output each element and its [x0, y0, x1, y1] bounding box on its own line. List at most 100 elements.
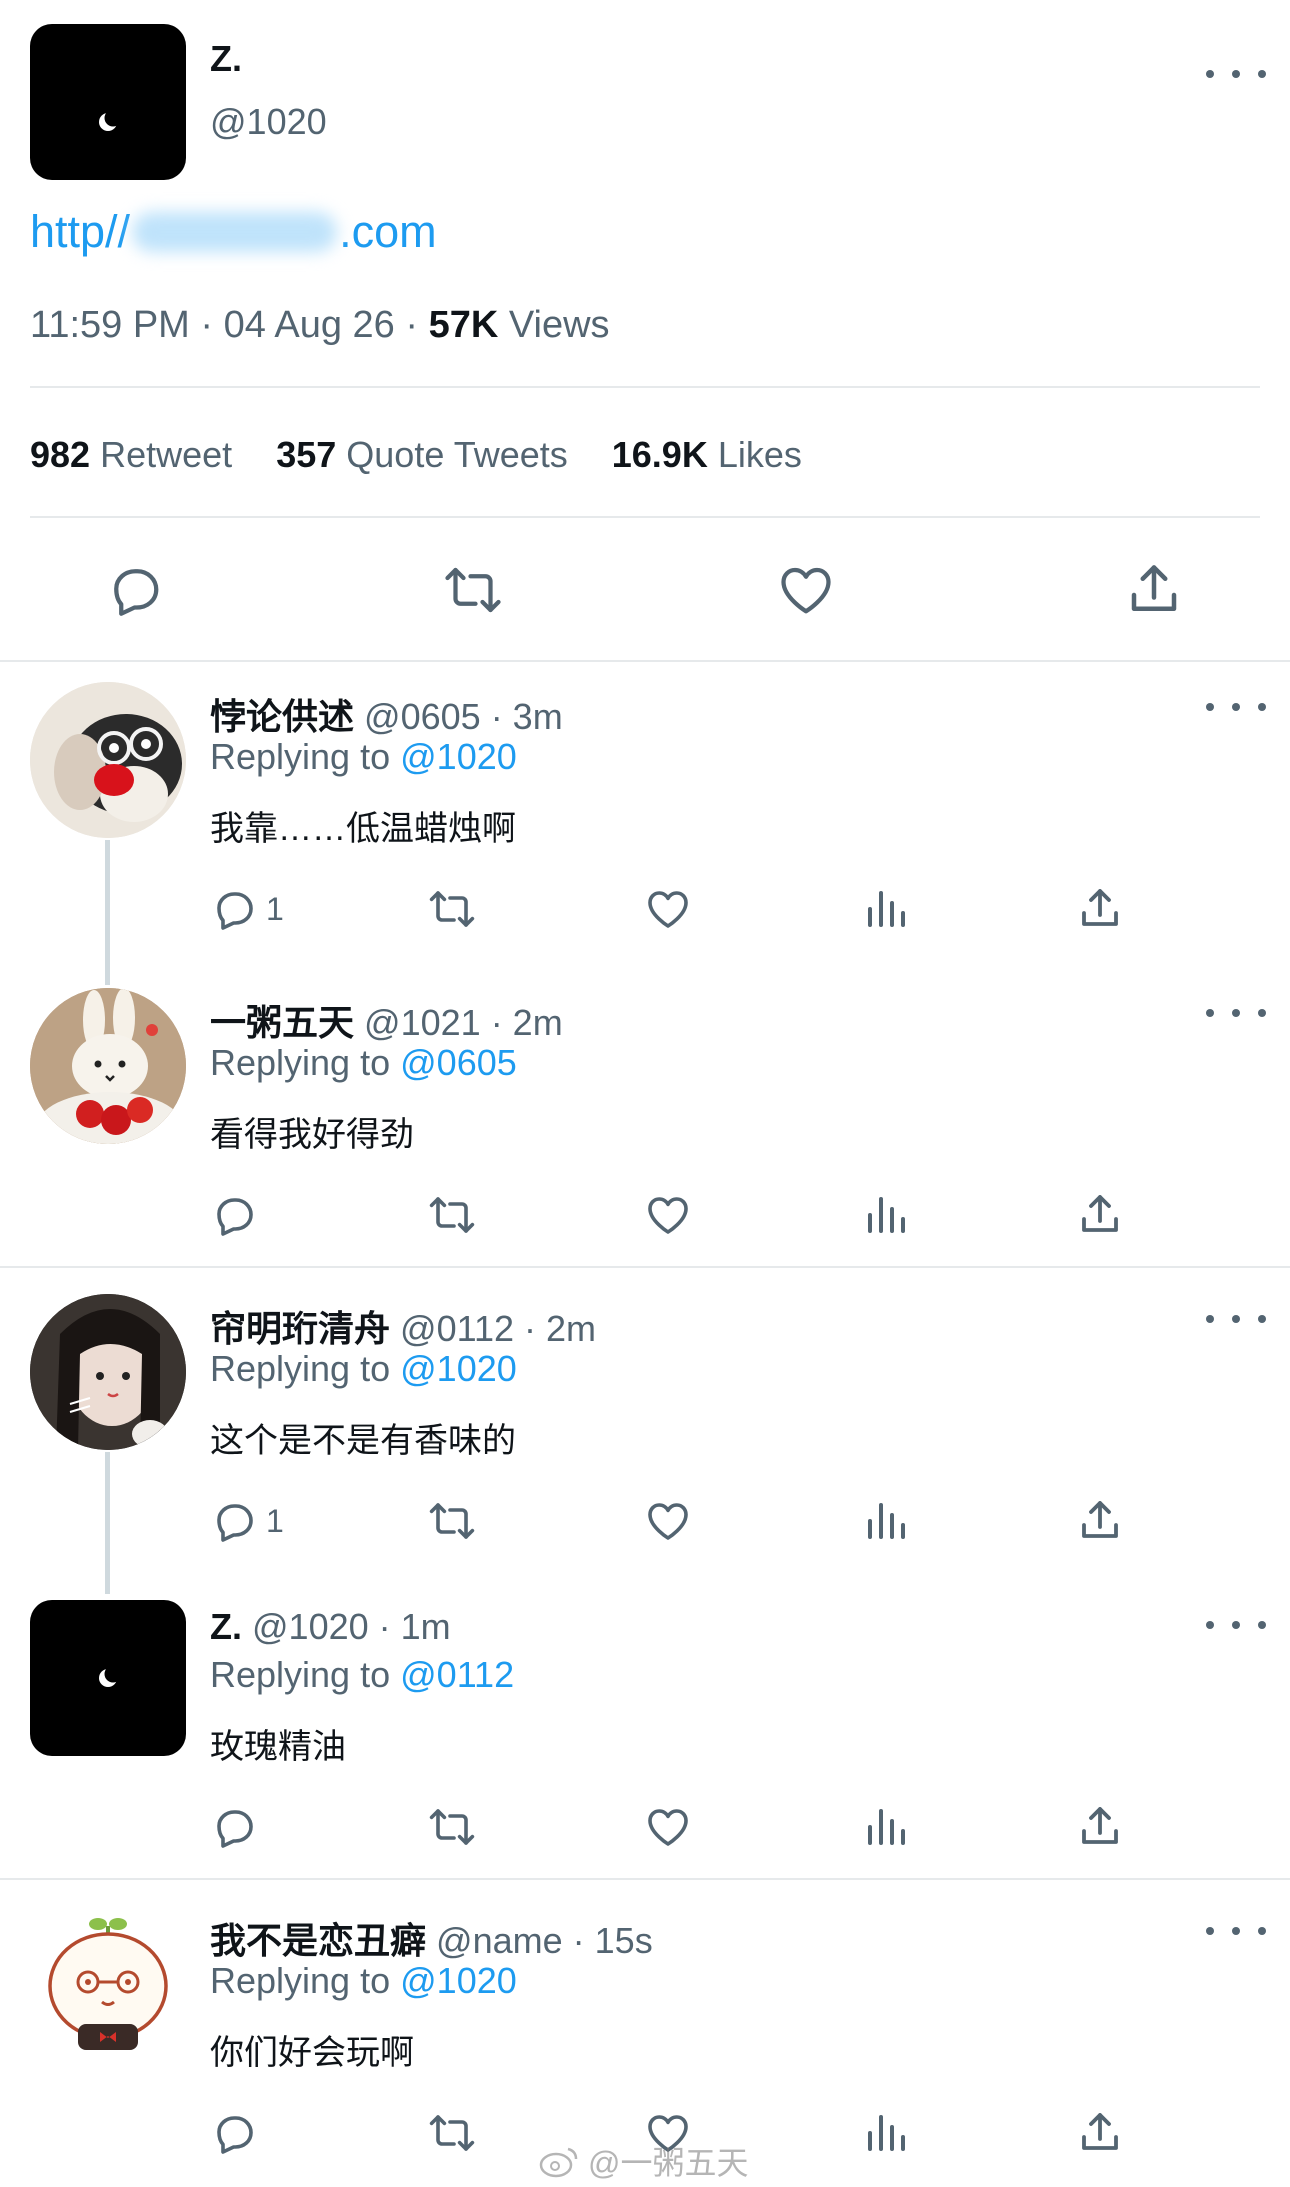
replying-to: Replying to @1020 — [210, 1348, 517, 1390]
tweet-link[interactable]: http// .com — [30, 206, 437, 258]
heart-icon — [648, 1503, 688, 1540]
like-button[interactable] — [644, 1497, 692, 1545]
reply-display-name[interactable]: 悖论供述 — [210, 696, 354, 737]
analytics-icon — [868, 1809, 905, 1845]
crescent-moon-icon — [99, 109, 122, 131]
replying-to-label: Replying to — [210, 1960, 391, 2001]
section-divider — [0, 1878, 1290, 1880]
analytics-icon — [868, 891, 905, 927]
reply-handle[interactable]: @0605 — [364, 696, 481, 737]
more-options-button[interactable] — [1206, 54, 1266, 94]
reply-text: 看得我好得劲 — [210, 1116, 414, 1154]
more-options-button[interactable] — [1206, 1299, 1266, 1339]
analytics-button[interactable] — [862, 2109, 910, 2157]
retweet-button[interactable] — [424, 1803, 480, 1851]
reply-time: · 1m — [378, 1606, 451, 1647]
reply-display-name[interactable]: 我不是恋丑癖 — [210, 1920, 426, 1961]
reply-header: 悖论供述 @0605 · 3m — [210, 688, 563, 740]
user-avatar[interactable] — [30, 682, 186, 838]
share-button[interactable] — [1076, 1497, 1124, 1545]
retweet-icon — [429, 1809, 475, 1845]
reply-button[interactable]: 1 — [210, 1497, 284, 1545]
penguin-avatar-icon — [30, 682, 186, 838]
user-avatar[interactable] — [30, 1294, 186, 1450]
share-button[interactable] — [1076, 1191, 1124, 1239]
reply-handle[interactable]: @name — [436, 1920, 563, 1961]
thread-line — [105, 1452, 110, 1594]
share-icon — [1082, 1195, 1118, 1232]
link-prefix: http// — [30, 206, 131, 257]
reply-icon — [217, 1198, 253, 1236]
share-button[interactable] — [1076, 1803, 1124, 1851]
reply-button[interactable] — [210, 1191, 266, 1239]
reply-text: 我靠……低温蜡烛啊 — [210, 810, 516, 848]
like-button[interactable] — [644, 1803, 692, 1851]
analytics-button[interactable] — [862, 1803, 910, 1851]
retweet-button[interactable] — [424, 885, 480, 933]
replying-to-handle[interactable]: @1020 — [400, 1960, 517, 2001]
replying-to: Replying to @0112 — [210, 1654, 514, 1696]
reply-handle[interactable]: @1021 — [364, 1002, 481, 1043]
reply-header: Z. @1020 · 1m — [210, 1606, 451, 1648]
analytics-button[interactable] — [862, 1191, 910, 1239]
like-button[interactable] — [644, 1191, 692, 1239]
bunny-avatar-icon — [30, 988, 186, 1144]
reply-header: 一粥五天 @1021 · 2m — [210, 994, 563, 1046]
reply-button[interactable] — [210, 2109, 266, 2157]
reply-display-name[interactable]: Z. — [210, 1606, 242, 1647]
reply-time: · 3m — [490, 696, 563, 737]
more-options-button[interactable] — [1206, 993, 1266, 1033]
likes-label: Likes — [717, 434, 802, 475]
quotes-stat[interactable]: 357 Quote Tweets — [276, 434, 578, 475]
share-button[interactable] — [1076, 2109, 1124, 2157]
replying-to: Replying to @0605 — [210, 1042, 517, 1084]
reply-button[interactable]: 1 — [210, 885, 284, 933]
reply-handle[interactable]: @1020 — [252, 1606, 369, 1647]
replying-to-handle[interactable]: @1020 — [400, 1348, 517, 1389]
watermark: @一粥五天 — [538, 2138, 749, 2184]
user-avatar[interactable] — [30, 1600, 186, 1756]
reply-button[interactable] — [105, 560, 165, 620]
like-button[interactable] — [644, 885, 692, 933]
more-options-button[interactable] — [1206, 687, 1266, 727]
retweet-button[interactable] — [440, 560, 506, 620]
quote-count: 357 — [276, 434, 337, 475]
more-options-button[interactable] — [1206, 1605, 1266, 1645]
more-options-button[interactable] — [1206, 1911, 1266, 1951]
replying-to: Replying to @1020 — [210, 1960, 517, 2002]
retweet-icon — [429, 891, 475, 927]
retweet-icon — [429, 1197, 475, 1233]
replying-to-handle[interactable]: @1020 — [400, 736, 517, 777]
likes-stat[interactable]: 16.9K Likes — [612, 434, 802, 475]
retweet-icon — [429, 1503, 475, 1539]
retweet-button[interactable] — [424, 2109, 480, 2157]
views-label: Views — [508, 304, 610, 346]
author-avatar[interactable] — [30, 24, 186, 180]
section-divider — [0, 660, 1290, 662]
reply-icon — [217, 2116, 253, 2154]
author-display-name[interactable]: Z. — [210, 38, 242, 80]
replying-to-handle[interactable]: @0112 — [400, 1654, 514, 1695]
replying-to-label: Replying to — [210, 1654, 391, 1695]
replying-to-handle[interactable]: @0605 — [400, 1042, 517, 1083]
reply-display-name[interactable]: 帘明珩清舟 — [210, 1308, 390, 1349]
retweets-stat[interactable]: 982 Retweet — [30, 434, 242, 475]
reply-button[interactable] — [210, 1803, 266, 1851]
user-avatar[interactable] — [30, 988, 186, 1144]
tweet-meta: 11:59 PM · 04 Aug 26 · 57K Views — [30, 304, 610, 347]
weibo-logo-icon — [539, 2147, 578, 2178]
share-button[interactable] — [1076, 885, 1124, 933]
share-button[interactable] — [1124, 560, 1184, 620]
analytics-button[interactable] — [862, 1497, 910, 1545]
reply-display-name[interactable]: 一粥五天 — [210, 1002, 354, 1043]
link-suffix: .com — [339, 206, 437, 257]
reply-handle[interactable]: @0112 — [400, 1308, 514, 1349]
retweet-button[interactable] — [424, 1191, 480, 1239]
author-handle[interactable]: @1020 — [210, 101, 327, 143]
retweet-button[interactable] — [424, 1497, 480, 1545]
user-avatar[interactable] — [30, 1906, 186, 2062]
like-button[interactable] — [776, 560, 836, 620]
analytics-button[interactable] — [862, 885, 910, 933]
views-count: 57K — [428, 304, 499, 346]
analytics-icon — [868, 1197, 905, 1233]
